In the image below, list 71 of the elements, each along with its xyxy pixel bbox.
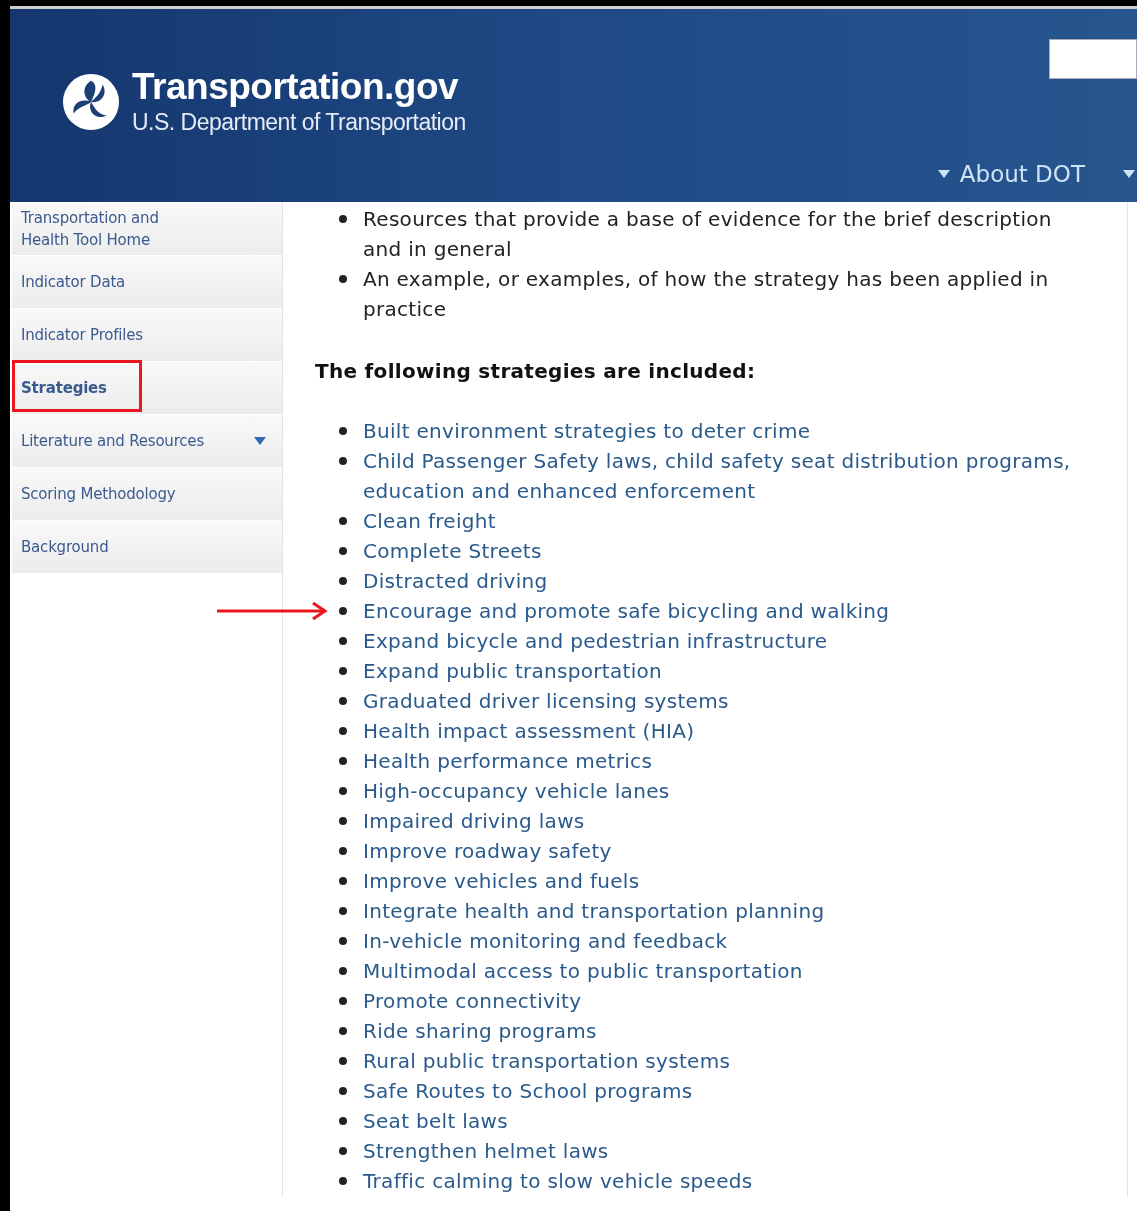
bullet-icon	[339, 427, 347, 435]
strategy-link[interactable]: Graduated driver licensing systems	[363, 686, 729, 716]
strategy-link[interactable]: Health impact assessment (HIA)	[363, 716, 695, 746]
search-field[interactable]	[1049, 39, 1137, 79]
bullet-text: An example, or examples, of how the strategy has been applied in practice	[363, 266, 1050, 323]
bullet-icon	[339, 275, 347, 283]
strategy-link[interactable]: Improve vehicles and fuels	[363, 866, 640, 896]
strategy-link[interactable]: Child Passenger Safety laws, child safety seat distribution programs, education and enhanced enforcement	[363, 446, 1087, 506]
strategy-link[interactable]: Health performance metrics	[363, 746, 653, 776]
sidebar-link[interactable]: Strategies	[12, 362, 282, 414]
bullet-icon	[339, 547, 347, 555]
sidebar-link[interactable]: Background	[12, 521, 282, 573]
bullet-icon	[339, 757, 347, 765]
bullet-icon	[339, 847, 347, 855]
strategy-link[interactable]: Multimodal access to public transportation	[363, 956, 803, 986]
nav-menu-link[interactable]	[1123, 170, 1137, 178]
bullet-icon	[339, 1027, 347, 1035]
strategy-link[interactable]: Promote connectivity	[363, 986, 582, 1016]
bullet-icon	[339, 967, 347, 975]
strategy-link[interactable]: Integrate health and transportation planning	[363, 896, 825, 926]
caret-icon	[254, 437, 266, 445]
sidebar-link[interactable]: Transportation and Health Tool Home	[12, 203, 282, 255]
caret-icon	[937, 170, 950, 178]
bullet-icon	[339, 697, 347, 705]
strategy-link[interactable]: Expand bicycle and pedestrian infrastructure	[363, 626, 828, 656]
bullet-icon	[339, 517, 347, 525]
bullet-icon	[339, 787, 347, 795]
sidebar-link[interactable]: Indicator Profiles	[12, 309, 282, 361]
bullet-icon	[339, 667, 347, 675]
strategy-link[interactable]: Safe Routes to School programs	[363, 1076, 693, 1106]
logo-icon	[62, 73, 120, 131]
section-heading: The following strategies are included:	[315, 358, 757, 385]
strategy-link[interactable]: Strengthen helmet laws	[363, 1136, 609, 1166]
nav-menu-link[interactable]: About DOT	[937, 159, 1115, 189]
bullet-icon	[339, 907, 347, 915]
strategy-link[interactable]: High-occupancy vehicle lanes	[363, 776, 670, 806]
strategy-link[interactable]: Improve roadway safety	[363, 836, 612, 866]
strategy-link[interactable]: Seat belt laws	[363, 1106, 508, 1136]
department-name: U.S. Department of Transportation	[132, 108, 466, 137]
caret-icon	[1123, 170, 1135, 178]
bullet-icon	[339, 817, 347, 825]
bullet-icon	[339, 1177, 347, 1185]
sidebar-link[interactable]: Scoring Methodology	[12, 468, 282, 520]
bullet-icon	[339, 877, 347, 885]
bullet-icon	[339, 1147, 347, 1155]
strategy-link[interactable]: Clean freight	[363, 506, 496, 536]
strategy-link[interactable]: Rural public transportation systems	[363, 1046, 731, 1076]
strategy-link[interactable]: Expand public transportation	[363, 656, 663, 686]
bullet-icon	[339, 1087, 347, 1095]
strategy-link[interactable]: Impaired driving laws	[363, 806, 585, 836]
site-name[interactable]: Transportation.gov	[132, 67, 466, 107]
strategy-link[interactable]: Traffic calming to slow vehicle speeds	[363, 1166, 753, 1196]
bullet-icon	[339, 727, 347, 735]
bullet-text: Resources that provide a base of evidence for the brief description and in general	[363, 206, 1053, 263]
strategy-link[interactable]: In-vehicle monitoring and feedback	[363, 926, 728, 956]
strategy-link[interactable]: Distracted driving	[363, 566, 548, 596]
strategy-link[interactable]: Ride sharing programs	[363, 1016, 597, 1046]
strategy-link[interactable]: Encourage and promote safe bicycling and walking	[363, 596, 890, 626]
bullet-icon	[339, 457, 347, 465]
bullet-icon	[339, 1117, 347, 1125]
bullet-icon	[339, 937, 347, 945]
sidebar-link[interactable]: Literature and Resources	[12, 415, 282, 467]
sidebar-link[interactable]: Indicator Data	[12, 256, 282, 308]
strategy-link[interactable]: Complete Streets	[363, 536, 542, 566]
bullet-icon	[339, 607, 347, 615]
bullet-icon	[339, 215, 347, 223]
strategy-link[interactable]: Built environment strategies to deter crime	[363, 416, 811, 446]
bullet-icon	[339, 997, 347, 1005]
bullet-icon	[339, 1057, 347, 1065]
bullet-icon	[339, 577, 347, 585]
bullet-icon	[339, 637, 347, 645]
